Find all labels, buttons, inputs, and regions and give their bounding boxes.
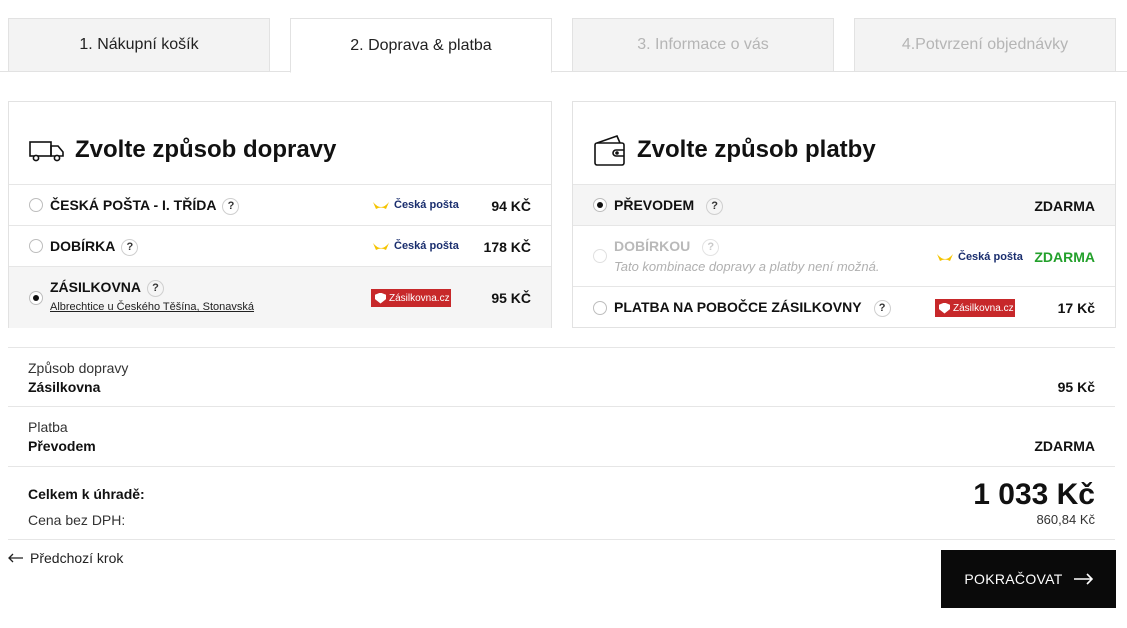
payment-price: ZDARMA — [1034, 198, 1095, 214]
logo-text: Česká pošta — [394, 199, 459, 211]
previous-step-label: Předchozí krok — [30, 550, 124, 566]
shipping-panel: Zvolte způsob dopravy ČESKÁ POŠTA - I. T… — [8, 101, 552, 328]
summary-total: Celkem k úhradě: Cena bez DPH: 1 033 Kč … — [8, 466, 1115, 539]
radio-dobirkou — [593, 249, 607, 263]
shipping-price: 178 KČ — [483, 239, 531, 255]
previous-step-link[interactable]: Předchozí krok — [8, 550, 123, 566]
help-icon[interactable]: ? — [702, 238, 720, 256]
shipping-title: Zvolte způsob dopravy — [29, 132, 336, 168]
shipping-price: 94 KČ — [491, 198, 531, 214]
tab-confirmation: 4.Potvrzení objednávky — [854, 18, 1116, 72]
novat-label: Cena bez DPH: — [28, 512, 126, 528]
payment-price: 17 Kč — [1057, 300, 1095, 316]
help-icon[interactable]: ? — [873, 299, 891, 317]
payment-option-dobirkou: DOBÍRKOU? Tato kombinace dopravy a platb… — [573, 225, 1115, 286]
summary-shipping-price: 95 Kč — [1057, 379, 1095, 395]
tab-cart-label: 1. Nákupní košík — [79, 36, 199, 53]
tab-shipping-payment[interactable]: 2. Doprava & platba — [290, 18, 552, 73]
option-text: PŘEVODEM — [614, 197, 695, 213]
shipping-title-text: Zvolte způsob dopravy — [75, 136, 337, 163]
tab-shipping-payment-label: 2. Doprava & platba — [350, 36, 492, 54]
total-value: 1 033 Kč — [973, 478, 1095, 511]
radio-ceska-posta[interactable] — [29, 198, 43, 212]
shield-icon — [939, 302, 950, 314]
option-text: ZÁSILKOVNA — [50, 279, 141, 295]
continue-label: POKRAČOVAT — [964, 571, 1063, 587]
payment-option-label: DOBÍRKOU? — [614, 238, 720, 256]
continue-button[interactable]: POKRAČOVAT — [941, 550, 1116, 608]
radio-pobocka[interactable] — [593, 300, 607, 315]
option-text: DOBÍRKOU — [614, 238, 691, 254]
summary-shipping-value: Zásilkovna — [28, 379, 101, 395]
summary-payment-value: Převodem — [28, 438, 96, 454]
shipping-price: 95 KČ — [491, 290, 531, 306]
payment-option-prevodem[interactable]: PŘEVODEM? ZDARMA — [573, 184, 1115, 225]
tab-cart[interactable]: 1. Nákupní košík — [8, 18, 270, 72]
tab-information: 3. Informace o vás — [572, 18, 834, 72]
arrow-right-icon — [1073, 573, 1093, 585]
logo-text: Česká pošta — [958, 251, 1023, 263]
tab-confirmation-label: 4.Potvrzení objednávky — [901, 36, 1069, 53]
logo-text: Česká pošta — [394, 240, 459, 252]
posthorn-icon — [937, 254, 953, 261]
shipping-option-zasilkovna[interactable]: ZÁSILKOVNA? Albrechtice u Českého Těšína… — [9, 266, 551, 328]
zasilkovna-logo: Zásilkovna.cz — [371, 289, 451, 307]
payment-title-text: Zvolte způsob platby — [637, 136, 876, 163]
shipping-option-ceska-posta[interactable]: ČESKÁ POŠTA - I. TŘÍDA? Česká pošta 94 K… — [9, 184, 551, 225]
posthorn-icon — [373, 202, 389, 209]
arrow-left-icon — [8, 553, 23, 563]
help-icon[interactable]: ? — [121, 238, 139, 256]
payment-option-label: PLATBA NA POBOČCE ZÁSILKOVNY? — [614, 299, 891, 317]
payment-price: ZDARMA — [1034, 249, 1095, 265]
help-icon[interactable]: ? — [706, 197, 724, 215]
payment-option-label: PŘEVODEM? — [614, 197, 724, 215]
summary-payment: Platba Převodem ZDARMA — [8, 406, 1115, 466]
checkout-steps: 1. Nákupní košík 2. Doprava & platba 3. … — [0, 0, 1127, 73]
truck-icon — [29, 141, 64, 162]
radio-zasilkovna[interactable] — [29, 290, 43, 305]
payment-title: Zvolte způsob platby — [593, 132, 876, 168]
radio-dobirka[interactable] — [29, 239, 43, 253]
option-text: ČESKÁ POŠTA - I. TŘÍDA — [50, 197, 217, 213]
logo-text: Zásilkovna.cz — [953, 302, 1014, 314]
ceska-posta-logo: Česká pošta — [936, 251, 1023, 263]
shipping-option-label: ZÁSILKOVNA? — [50, 279, 164, 297]
ceska-posta-logo: Česká pošta — [372, 199, 459, 211]
shipping-option-label: DOBÍRKA? — [50, 238, 139, 256]
summary-shipping-label: Způsob dopravy — [28, 360, 129, 376]
unavailable-note: Tato kombinace dopravy a platby není mož… — [614, 259, 880, 274]
tab-information-label: 3. Informace o vás — [637, 36, 769, 53]
radio-prevodem[interactable] — [593, 198, 607, 212]
help-icon[interactable]: ? — [222, 197, 240, 215]
shipping-option-dobirka[interactable]: DOBÍRKA? Česká pošta 178 KČ — [9, 225, 551, 266]
novat-value: 860,84 Kč — [1036, 512, 1095, 527]
help-icon[interactable]: ? — [147, 279, 164, 297]
payment-option-pobocka[interactable]: PLATBA NA POBOČCE ZÁSILKOVNY? Zásilkovna… — [573, 286, 1115, 328]
pickup-point-link[interactable]: Albrechtice u Českého Těšína, Stonavská — [50, 301, 254, 313]
summary-payment-price: ZDARMA — [1034, 438, 1095, 454]
summary-payment-label: Platba — [28, 419, 68, 435]
zasilkovna-logo: Zásilkovna.cz — [935, 299, 1015, 317]
payment-panel: Zvolte způsob platby PŘEVODEM? ZDARMA DO… — [572, 101, 1116, 328]
option-text: DOBÍRKA — [50, 238, 116, 254]
shipping-option-label: ČESKÁ POŠTA - I. TŘÍDA? — [50, 197, 240, 215]
posthorn-icon — [373, 243, 389, 250]
summary-shipping: Způsob dopravy Zásilkovna 95 Kč — [8, 347, 1115, 406]
shield-icon — [375, 292, 386, 304]
ceska-posta-logo: Česká pošta — [372, 240, 459, 252]
wallet-icon — [594, 134, 625, 166]
option-text: PLATBA NA POBOČCE ZÁSILKOVNY — [614, 299, 862, 315]
logo-text: Zásilkovna.cz — [389, 292, 450, 304]
summary-divider — [8, 539, 1115, 540]
total-label: Celkem k úhradě: — [28, 486, 145, 502]
